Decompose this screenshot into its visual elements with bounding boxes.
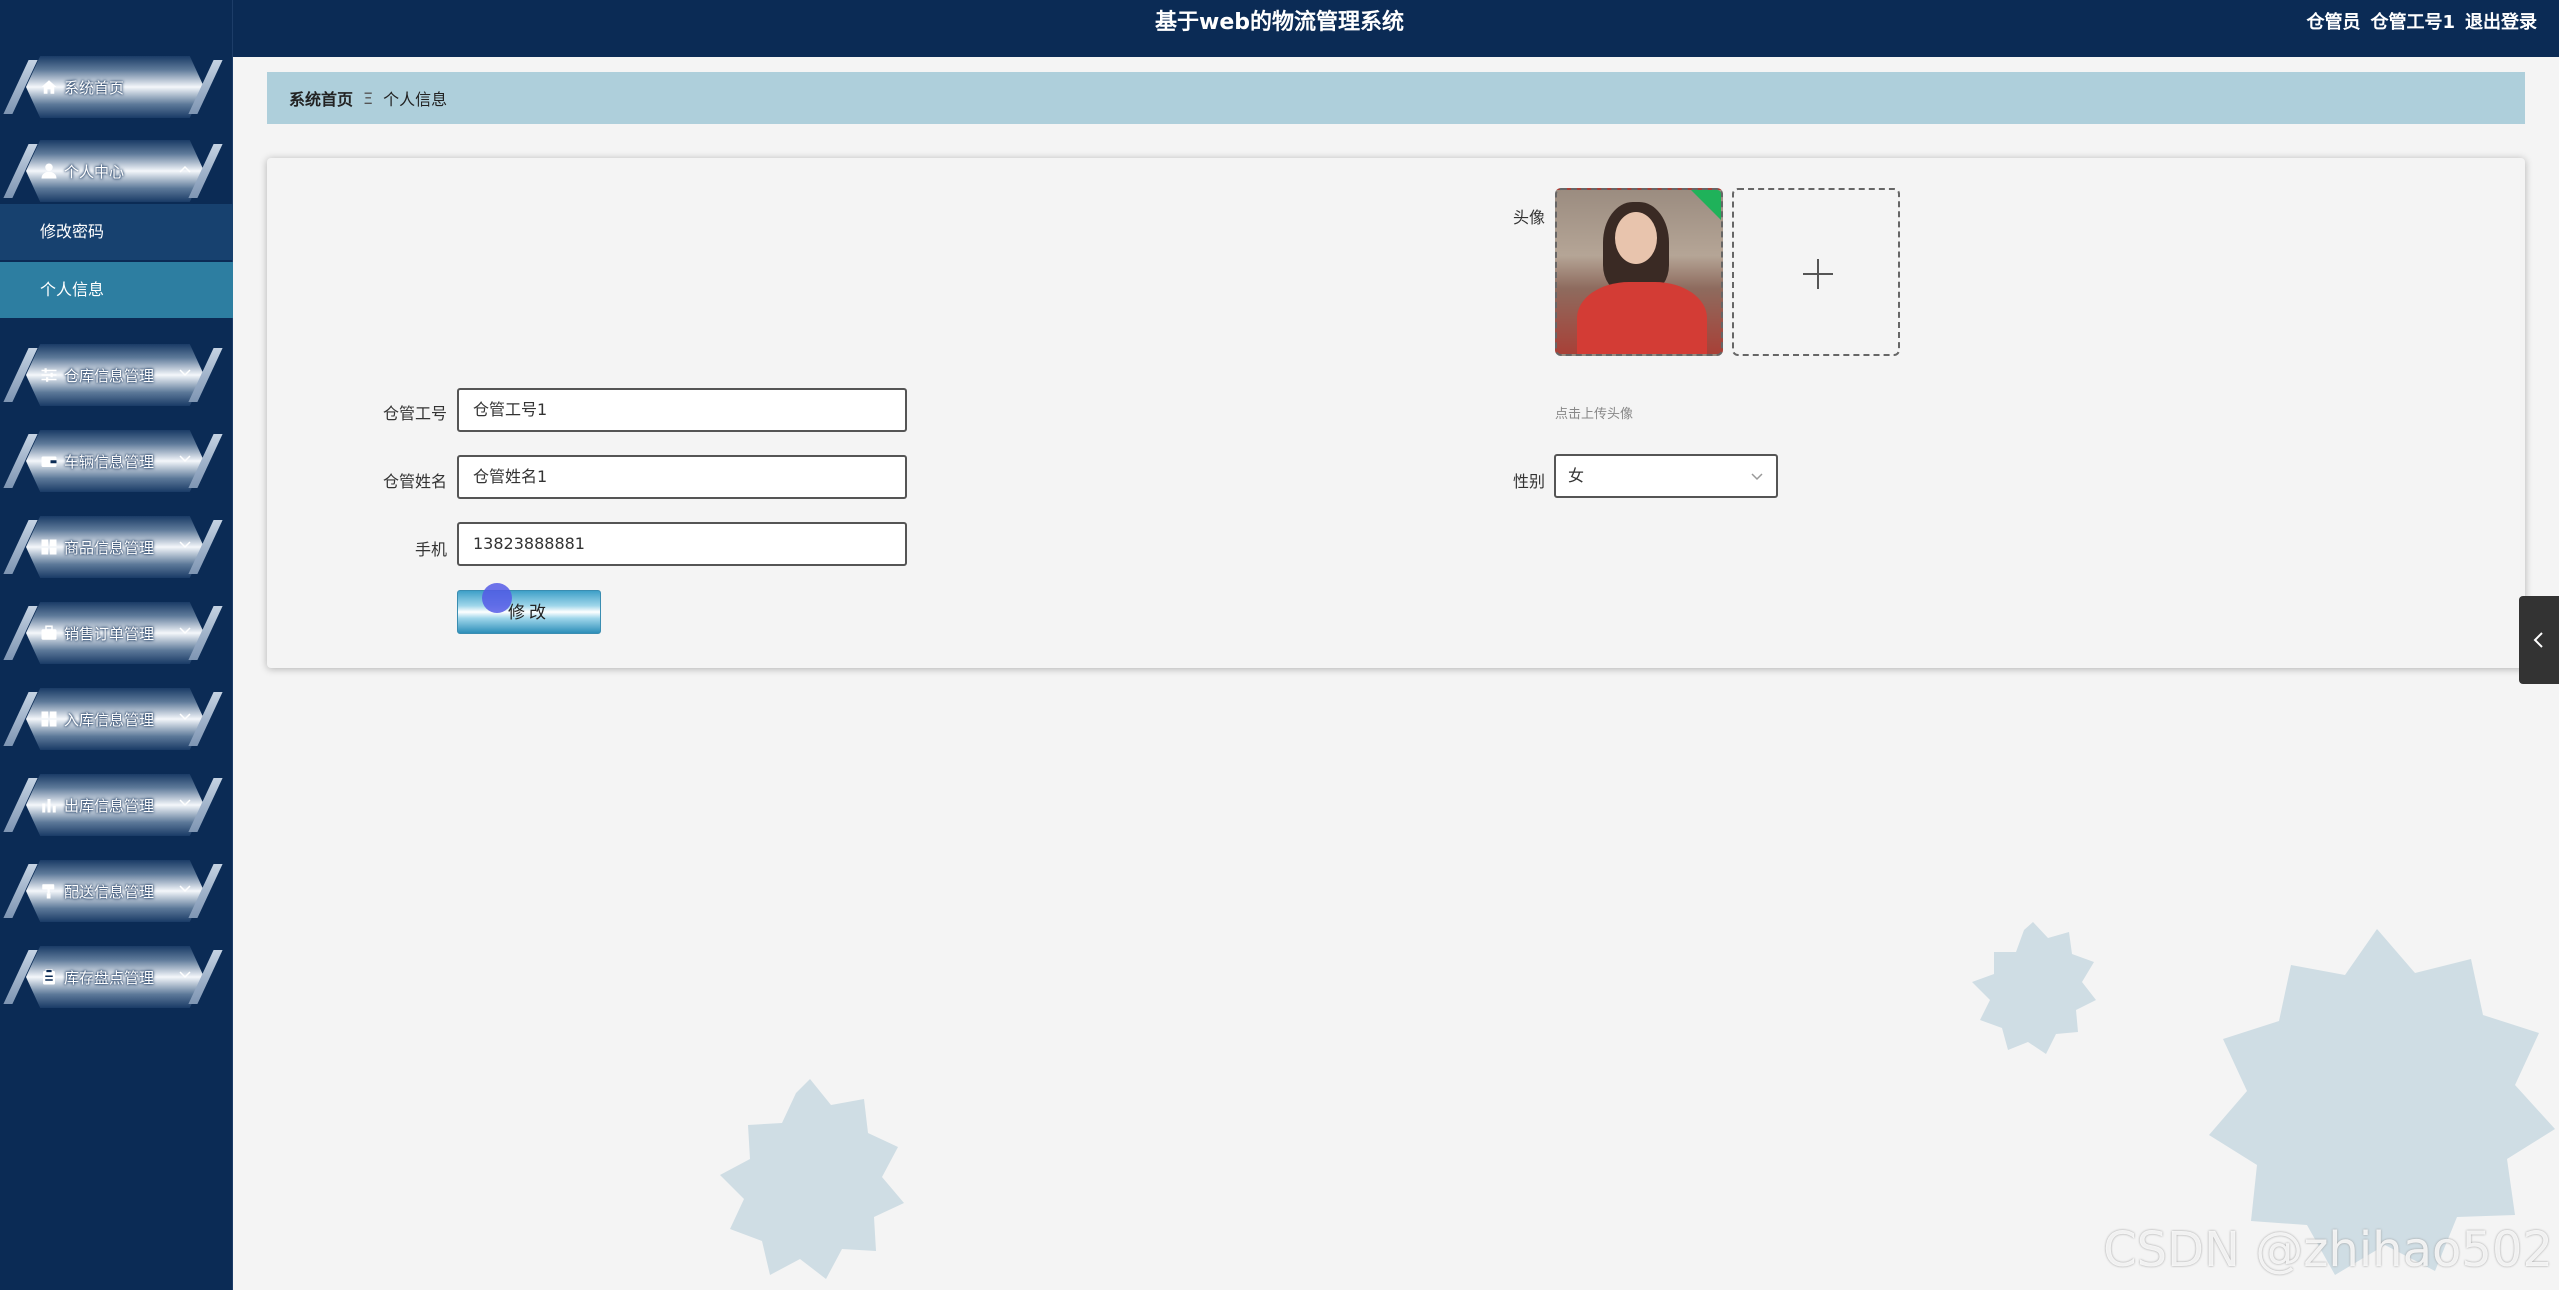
wallet-icon xyxy=(41,456,57,467)
chevron-down-icon xyxy=(179,971,191,979)
name-field[interactable]: 仓管姓名1 xyxy=(457,455,907,499)
user-role: 仓管员 xyxy=(2306,12,2361,33)
briefcase-icon xyxy=(41,625,57,640)
chevron-down-icon xyxy=(1751,473,1763,481)
sidebar-item-label: 销售订单管理 xyxy=(64,624,155,643)
sidebar-item-goods[interactable]: 商品信息管理 xyxy=(3,516,223,578)
avatar-face xyxy=(1615,212,1657,264)
avatar-upload-button[interactable] xyxy=(1732,188,1900,356)
app-title: 基于web的物流管理系统 xyxy=(1155,10,1404,35)
chevron-down-icon xyxy=(179,455,191,463)
gender-select[interactable]: 女 xyxy=(1554,454,1778,498)
star-decoration xyxy=(720,1079,904,1279)
upload-success-badge xyxy=(1691,190,1721,220)
sidebar-item-label: 仓库信息管理 xyxy=(64,366,155,385)
sidebar-item-label: 配送信息管理 xyxy=(64,882,155,901)
bar-chart-icon xyxy=(42,799,56,813)
sidebar-item-warehouse[interactable]: 仓库信息管理 xyxy=(3,344,223,406)
sidebar-item-inventory[interactable]: 库存盘点管理 xyxy=(3,946,223,1008)
logout-link[interactable]: 退出登录 xyxy=(2465,0,2537,46)
phone-label: 手机 xyxy=(414,540,447,559)
breadcrumb-separator: Ξ xyxy=(363,88,374,108)
paint-roller-icon xyxy=(42,884,55,899)
sidebar-item-delivery[interactable]: 配送信息管理 xyxy=(3,860,223,922)
home-icon xyxy=(41,80,57,94)
user-area: 仓管员 仓管工号1 退出登录 xyxy=(2306,0,2537,46)
sidebar-item-personal-info[interactable]: 个人信息 xyxy=(0,262,233,318)
id-label: 仓管工号 xyxy=(382,404,447,423)
sidebar-item-change-password[interactable]: 修改密码 xyxy=(0,204,233,260)
chevron-up-icon xyxy=(179,165,191,173)
upload-tip: 点击上传头像 xyxy=(1555,407,1634,422)
sidebar-item-label: 库存盘点管理 xyxy=(64,968,155,987)
mouse-cursor-indicator xyxy=(482,583,512,613)
gender-label: 性别 xyxy=(1512,472,1545,491)
sidebar-item-home[interactable]: 系统首页 xyxy=(3,56,223,118)
clipboard-icon xyxy=(43,969,55,985)
user-icon xyxy=(41,163,57,179)
chevron-down-icon xyxy=(179,541,191,549)
avatar-body xyxy=(1577,282,1707,354)
sidebar: 系统首页 个人中心 修改密码 个人信息 仓库信息管理 车辆信息管理 商品信息管理… xyxy=(0,0,233,1290)
sidebar-item-sales-order[interactable]: 销售订单管理 xyxy=(3,602,223,664)
gender-select-value: 女 xyxy=(1568,466,1585,485)
grid-icon xyxy=(41,539,57,555)
sidebar-item-inbound[interactable]: 入库信息管理 xyxy=(3,688,223,750)
submit-edit-button[interactable]: 修改 xyxy=(457,590,601,634)
plus-icon xyxy=(1803,259,1833,289)
sidebar-item-label: 个人中心 xyxy=(64,162,125,181)
sliders-icon xyxy=(41,368,57,382)
sidebar-item-label: 入库信息管理 xyxy=(64,710,155,729)
sidebar-item-vehicle[interactable]: 车辆信息管理 xyxy=(3,430,223,492)
sidebar-item-label: 商品信息管理 xyxy=(64,538,155,557)
phone-field[interactable]: 13823888881 xyxy=(457,522,907,566)
id-field[interactable]: 仓管工号1 xyxy=(457,388,907,432)
watermark: CSDN @zhihao502 xyxy=(2103,1222,2553,1278)
chevron-down-icon xyxy=(179,885,191,893)
breadcrumb: 系统首页 Ξ 个人信息 xyxy=(267,72,2525,124)
avatar-image[interactable] xyxy=(1555,188,1723,356)
side-panel-toggle[interactable] xyxy=(2519,596,2559,684)
profile-form-card: 头像 点击上传头像 仓管工号 仓管工号1 仓管姓名 仓管姓名1 性别 女 手机 … xyxy=(267,158,2525,668)
avatar-label: 头像 xyxy=(1512,208,1545,227)
grid-icon xyxy=(41,711,57,727)
sidebar-item-label: 车辆信息管理 xyxy=(64,452,155,471)
chevron-left-icon xyxy=(2533,632,2543,648)
sidebar-item-personal-center[interactable]: 个人中心 xyxy=(3,140,223,202)
chevron-down-icon xyxy=(179,713,191,721)
sidebar-item-label: 系统首页 xyxy=(64,78,125,97)
sidebar-item-outbound[interactable]: 出库信息管理 xyxy=(3,774,223,836)
breadcrumb-current: 个人信息 xyxy=(383,90,448,109)
breadcrumb-home[interactable]: 系统首页 xyxy=(289,86,353,110)
top-bar: 基于web的物流管理系统 仓管员 仓管工号1 退出登录 xyxy=(0,0,2559,57)
user-name: 仓管工号1 xyxy=(2370,12,2455,33)
sidebar-item-label: 出库信息管理 xyxy=(64,796,155,815)
name-label: 仓管姓名 xyxy=(382,472,447,491)
chevron-down-icon xyxy=(179,627,191,635)
chevron-down-icon xyxy=(179,799,191,807)
star-decoration xyxy=(1972,922,2096,1054)
chevron-down-icon xyxy=(179,369,191,377)
